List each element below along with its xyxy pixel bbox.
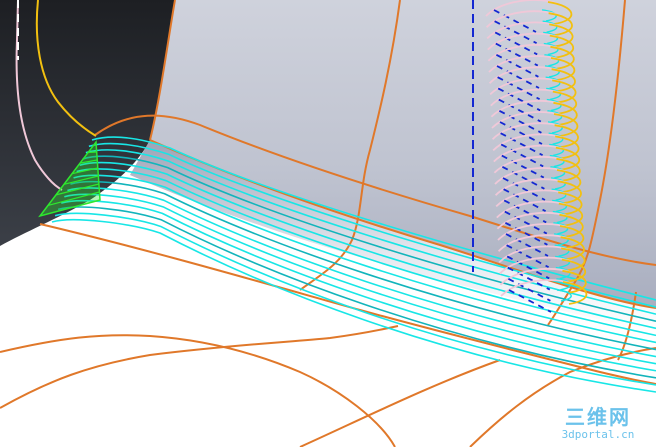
corner-cleanup-line — [87, 151, 97, 154]
toolpath-scene[interactable] — [0, 0, 656, 447]
floor-line-bottom — [299, 359, 501, 447]
cad-viewport[interactable]: 三维网 3dportal.cn — [0, 0, 656, 447]
floor-curve-right — [0, 325, 399, 409]
